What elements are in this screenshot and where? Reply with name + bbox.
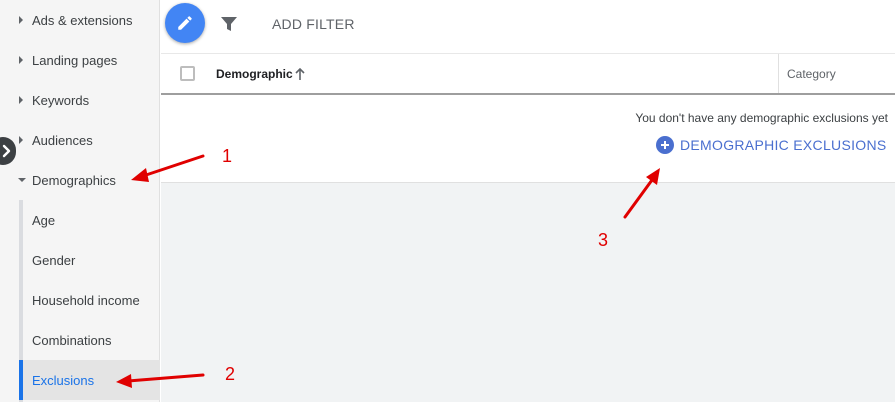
caret-down-icon	[18, 177, 32, 183]
sort-ascending-icon[interactable]	[294, 67, 306, 81]
filter-icon[interactable]	[221, 16, 237, 32]
sidebar-subitem-label: Exclusions	[32, 372, 95, 388]
sidebar: Ads & extensions Landing pages Keywords …	[0, 0, 160, 402]
sidebar-item-label: Ads & extensions	[32, 12, 133, 28]
sidebar-item-label: Demographics	[32, 172, 116, 188]
sidebar-item-demographics[interactable]: Demographics	[0, 160, 160, 200]
plus-circle-icon	[656, 136, 674, 154]
sidebar-item-keywords[interactable]: Keywords	[0, 80, 160, 120]
sidebar-subitem-combinations[interactable]: Combinations	[19, 320, 160, 360]
sidebar-item-landing-pages[interactable]: Landing pages	[0, 40, 160, 80]
annotation-label-1: 1	[222, 146, 233, 166]
add-demographic-exclusions-label: DEMOGRAPHIC EXCLUSIONS	[680, 137, 887, 153]
app-root: Ads & extensions Landing pages Keywords …	[0, 0, 895, 402]
sidebar-item-ads-extensions[interactable]: Ads & extensions	[0, 0, 160, 40]
select-all-checkbox[interactable]	[180, 66, 195, 81]
sidebar-subitem-label: Age	[32, 212, 56, 228]
caret-right-icon	[18, 56, 32, 64]
sidebar-subitem-label: Combinations	[32, 332, 112, 348]
empty-state-message: You don't have any demographic exclusion…	[635, 111, 888, 125]
caret-right-icon	[18, 96, 32, 104]
pencil-icon	[178, 16, 192, 30]
sidebar-item-label: Audiences	[32, 132, 93, 148]
caret-right-icon	[18, 16, 32, 24]
sidebar-subitem-label: Household income	[32, 292, 140, 308]
sidebar-item-label: Landing pages	[32, 52, 118, 68]
column-header-category[interactable]: Category	[787, 67, 836, 81]
sidebar-subitem-label: Gender	[32, 252, 76, 268]
empty-state: You don't have any demographic exclusion…	[161, 95, 895, 183]
sidebar-subitem-household-income[interactable]: Household income	[19, 280, 160, 320]
caret-right-icon	[18, 136, 32, 144]
sidebar-subitem-exclusions[interactable]: Exclusions	[19, 360, 160, 400]
content-background	[161, 183, 895, 402]
chevron-right-icon	[2, 144, 11, 158]
edit-fab-button[interactable]	[165, 3, 205, 43]
add-demographic-exclusions-button[interactable]: DEMOGRAPHIC EXCLUSIONS	[656, 136, 887, 154]
toolbar: ADD FILTER	[161, 0, 895, 54]
sidebar-subitem-age[interactable]: Age	[19, 200, 160, 240]
column-header-demographic[interactable]: Demographic	[216, 67, 293, 81]
sidebar-item-label: Keywords	[32, 92, 90, 108]
add-filter-button[interactable]: ADD FILTER	[272, 16, 355, 32]
annotation-label-3: 3	[598, 230, 609, 250]
column-divider	[778, 54, 779, 93]
sidebar-subitem-gender[interactable]: Gender	[19, 240, 160, 280]
table-header: Demographic Category	[161, 54, 895, 95]
sidebar-item-audiences[interactable]: Audiences	[0, 120, 160, 160]
annotation-label-2: 2	[225, 364, 236, 384]
